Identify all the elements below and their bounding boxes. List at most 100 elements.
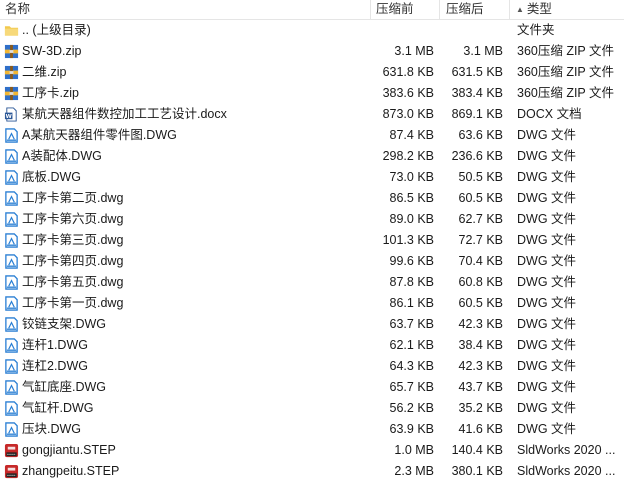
file-type: DWG 文件 [517,422,577,436]
file-type: DWG 文件 [517,233,577,247]
dwg-file-icon [4,233,19,248]
file-packed-size: 140.4 KB [451,443,503,457]
file-name: 工序卡第三页.dwg [22,233,124,247]
file-row[interactable]: 底板.DWG 73.0 KB 50.5 KB DWG 文件 [0,167,624,188]
file-row[interactable]: 工序卡第六页.dwg 89.0 KB 62.7 KB DWG 文件 [0,209,624,230]
file-name: 工序卡第六页.dwg [22,212,124,226]
dwg-file-icon [4,380,19,395]
column-header-packed-label: 压缩后 [446,2,484,16]
column-header-size[interactable]: 压缩前 [376,0,414,19]
file-packed-size: 42.3 KB [458,359,503,373]
file-type: 360压缩 ZIP 文件 [517,65,615,79]
file-packed-size: 60.5 KB [458,296,503,310]
file-type: DWG 文件 [517,401,577,415]
column-divider[interactable] [509,0,510,19]
file-size [371,20,434,41]
file-type: SldWorks 2020 ... [517,443,616,457]
zip-archive-icon [4,65,19,80]
file-row[interactable]: 工序卡第五页.dwg 87.8 KB 60.8 KB DWG 文件 [0,272,624,293]
file-row[interactable]: .. (上级目录) 文件夹 [0,20,624,41]
file-name: SW-3D.zip [22,44,82,58]
file-packed-size: 3.1 MB [463,44,503,58]
dwg-file-icon [4,296,19,311]
file-row[interactable]: 工序卡第四页.dwg 99.6 KB 70.4 KB DWG 文件 [0,251,624,272]
file-packed-size: 35.2 KB [458,401,503,415]
file-row[interactable]: 气缸杆.DWG 56.2 KB 35.2 KB DWG 文件 [0,398,624,419]
file-row[interactable]: 连杠2.DWG 64.3 KB 42.3 KB DWG 文件 [0,356,624,377]
file-size: 89.0 KB [389,212,434,226]
file-size: 631.8 KB [382,65,434,79]
column-header-name[interactable]: 名称 [5,0,30,19]
file-packed-size: 869.1 KB [451,107,503,121]
column-header-type[interactable]: ▲ 类型 [516,0,552,19]
file-row[interactable]: SW-3D.zip 3.1 MB 3.1 MB 360压缩 ZIP 文件 [0,41,624,62]
file-row[interactable]: 工序卡第二页.dwg 86.5 KB 60.5 KB DWG 文件 [0,188,624,209]
file-type: SldWorks 2020 ... [517,464,616,478]
file-packed-size: 236.6 KB [451,149,503,163]
file-name: 气缸底座.DWG [22,380,107,394]
file-row[interactable]: 铰链支架.DWG 63.7 KB 42.3 KB DWG 文件 [0,314,624,335]
file-row[interactable]: A装配体.DWG 298.2 KB 236.6 KB DWG 文件 [0,146,624,167]
file-packed-size: 72.7 KB [458,233,503,247]
file-type: DWG 文件 [517,191,577,205]
file-row[interactable]: 工序卡第三页.dwg 101.3 KB 72.7 KB DWG 文件 [0,230,624,251]
word-document-icon: W [4,107,19,122]
file-size: 383.6 KB [382,86,434,100]
file-name: 工序卡第二页.dwg [22,191,124,205]
file-name: A某航天器组件零件图.DWG [22,128,177,142]
file-row[interactable]: 气缸底座.DWG 65.7 KB 43.7 KB DWG 文件 [0,377,624,398]
column-header-name-label: 名称 [5,2,31,16]
file-type: DWG 文件 [517,254,577,268]
file-size: 73.0 KB [389,170,434,184]
file-packed-size: 38.4 KB [458,338,503,352]
file-row[interactable]: 压块.DWG 63.9 KB 41.6 KB DWG 文件 [0,419,624,440]
file-size: 63.7 KB [389,317,434,331]
sort-ascending-icon: ▲ [516,5,524,14]
file-packed-size: 70.4 KB [458,254,503,268]
file-packed-size: 43.7 KB [458,380,503,394]
file-packed-size: 60.8 KB [458,275,503,289]
file-packed-size: 631.5 KB [451,65,503,79]
file-row[interactable]: 工序卡.zip 383.6 KB 383.4 KB 360压缩 ZIP 文件 [0,83,624,104]
dwg-file-icon [4,422,19,437]
file-packed-size: 42.3 KB [458,317,503,331]
file-type: DWG 文件 [517,128,577,142]
file-type: 360压缩 ZIP 文件 [517,86,615,100]
dwg-file-icon [4,212,19,227]
file-name: gongjiantu.STEP [22,443,116,457]
file-name: 工序卡第五页.dwg [22,275,124,289]
file-row[interactable]: A某航天器组件零件图.DWG 87.4 KB 63.6 KB DWG 文件 [0,125,624,146]
file-size: 87.4 KB [389,128,434,142]
file-row[interactable]: 二维.zip 631.8 KB 631.5 KB 360压缩 ZIP 文件 [0,62,624,83]
column-header-packed[interactable]: 压缩后 [446,0,484,19]
dwg-file-icon [4,191,19,206]
zip-archive-icon [4,86,19,101]
dwg-file-icon [4,317,19,332]
file-size: 62.1 KB [389,338,434,352]
file-type: DWG 文件 [517,296,577,310]
file-row[interactable]: W 某航天器组件数控加工工艺设计.docx 873.0 KB 869.1 KB DOCX… [0,104,624,125]
column-header-bar: 名称 压缩前 压缩后 ▲ 类型 [0,0,624,20]
dwg-file-icon [4,149,19,164]
file-packed-size: 41.6 KB [458,422,503,436]
file-type: DWG 文件 [517,275,577,289]
file-row[interactable]: 工序卡第一页.dwg 86.1 KB 60.5 KB DWG 文件 [0,293,624,314]
zip-archive-icon [4,44,19,59]
column-divider[interactable] [439,0,440,19]
file-type: DWG 文件 [517,212,577,226]
file-type: DOCX 文档 [517,107,582,121]
file-size: 64.3 KB [389,359,434,373]
file-packed-size: 63.6 KB [458,128,503,142]
svg-text:W: W [6,114,13,120]
file-row[interactable]: 连杆1.DWG 62.1 KB 38.4 KB DWG 文件 [0,335,624,356]
file-row[interactable]: zhangpeitu.STEP 2.3 MB 380.1 KB SldWorks 20… [0,461,624,482]
dwg-file-icon [4,401,19,416]
column-divider[interactable] [370,0,371,19]
file-row[interactable]: gongjiantu.STEP 1.0 MB 140.4 KB SldWorks 20… [0,440,624,461]
dwg-file-icon [4,128,19,143]
file-size: 101.3 KB [382,233,434,247]
file-size: 56.2 KB [389,401,434,415]
file-name: 铰链支架.DWG [22,317,107,331]
file-size: 87.8 KB [389,275,434,289]
file-name: zhangpeitu.STEP [22,464,120,478]
